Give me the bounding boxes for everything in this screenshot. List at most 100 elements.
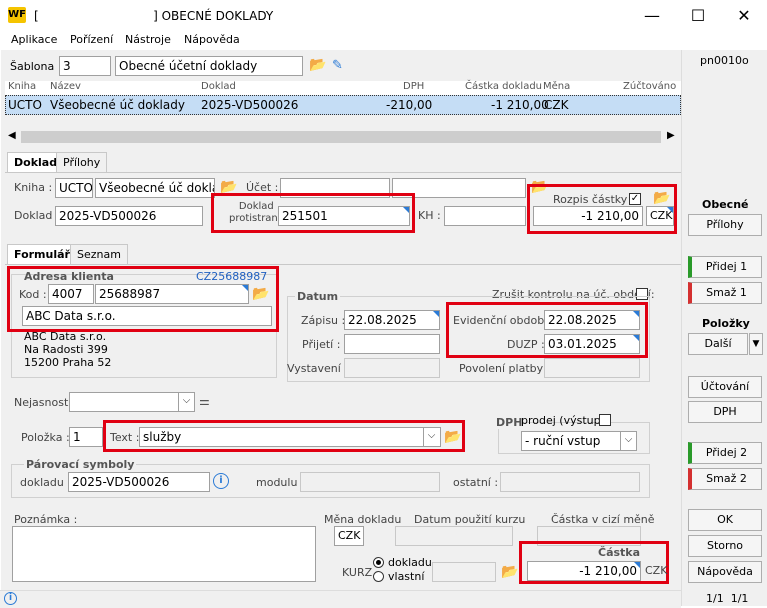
pridej2-button[interactable]: Přidej 2	[688, 442, 762, 464]
dph-button[interactable]: DPH	[688, 401, 762, 423]
col-castka[interactable]: Částka dokladu	[465, 81, 542, 92]
povoleni-field[interactable]	[544, 358, 640, 378]
cell-kniha: UCTO	[8, 98, 42, 112]
radio-vlastni[interactable]	[373, 571, 384, 582]
pencil-icon[interactable]: ✎	[332, 58, 343, 73]
chevron-down-icon: ⌵	[178, 393, 194, 411]
poznamka-textarea[interactable]	[12, 526, 316, 582]
folder-icon[interactable]: 📂	[252, 287, 270, 301]
table-row[interactable]: UCTO Všeobecné úč doklady 2025-VD500026 …	[5, 95, 681, 115]
datum-kurzu-label: Datum použití kurzu	[414, 513, 526, 526]
evid-label: Evidenční období :	[453, 314, 555, 327]
filter-icon[interactable]: ⚌	[199, 394, 210, 408]
col-zuctovano[interactable]: Zúčtováno	[623, 81, 676, 92]
info-icon[interactable]: i	[4, 592, 17, 605]
kniha-name-field[interactable]: Všeobecné úč doklad	[95, 178, 215, 198]
prilohy-button[interactable]: Přílohy	[688, 214, 762, 236]
kurz-label: KURZ	[342, 566, 373, 579]
polozka-label: Položka :	[21, 431, 70, 444]
maximize-button[interactable]: ☐	[675, 0, 721, 32]
prijeti-field[interactable]	[344, 334, 440, 354]
dokladu-field[interactable]: 2025-VD500026	[68, 472, 210, 492]
kod2-field[interactable]: 25688987	[95, 284, 249, 304]
folder-icon[interactable]: 📂	[309, 58, 327, 72]
ostatni-field[interactable]	[500, 472, 640, 492]
tab-seznam[interactable]: Seznam	[70, 244, 128, 264]
polozka-field[interactable]: 1	[69, 427, 103, 447]
vystaveni-field[interactable]	[344, 358, 440, 378]
dalsi-dropdown-icon[interactable]: ▼	[749, 333, 763, 355]
uctovani-button[interactable]: Účtování	[688, 376, 762, 398]
mena-dokladu-field[interactable]: CZK	[334, 526, 364, 546]
col-dph[interactable]: DPH	[403, 81, 424, 92]
folder-icon[interactable]: 📂	[501, 565, 519, 579]
sablona-name-field[interactable]: Obecné účetní doklady	[115, 56, 303, 76]
adresa-line-2: Na Radosti 399	[24, 343, 108, 356]
kod1-field[interactable]: 4007	[48, 284, 94, 304]
kniha-code-field[interactable]: UCTO	[55, 178, 93, 198]
cell-castka: -1 210,00	[491, 98, 549, 112]
folder-icon[interactable]: 📂	[653, 191, 671, 205]
chevron-down-icon[interactable]: ⌵	[620, 432, 636, 450]
kurz-field[interactable]	[432, 562, 496, 582]
close-button[interactable]: ✕	[721, 0, 767, 32]
napoveda-button[interactable]: Nápověda	[688, 561, 762, 583]
text-select[interactable]: služby	[139, 427, 441, 447]
info-icon[interactable]: i	[213, 473, 229, 489]
doklad-field[interactable]: 2025-VD500026	[55, 206, 203, 226]
sablona-label: Šablona :	[10, 60, 62, 73]
form-id: pn0010o	[700, 54, 749, 67]
modulu-label: modulu :	[256, 476, 305, 489]
tab-prilohy[interactable]: Přílohy	[56, 152, 108, 172]
menu-nastroje[interactable]: Nástroje	[125, 33, 171, 46]
menu-napoveda[interactable]: Nápověda	[184, 33, 240, 46]
window-title: [ ] OBECNÉ DOKLADY	[34, 9, 274, 23]
storno-button[interactable]: Storno	[688, 535, 762, 557]
castka-bottom-field[interactable]: -1 210,00	[527, 561, 641, 581]
evid-field[interactable]: 22.08.2025	[544, 310, 640, 330]
pridej1-button[interactable]: Přidej 1	[688, 256, 762, 278]
mena-field[interactable]: CZK	[646, 206, 674, 226]
castka-cizi-label: Částka v cizí měně	[551, 513, 655, 526]
app-logo: WF	[8, 7, 26, 23]
menu-aplikace[interactable]: Aplikace	[11, 33, 57, 46]
smaz1-button[interactable]: Smaž 1	[688, 282, 762, 304]
smaz2-button[interactable]: Smaž 2	[688, 468, 762, 490]
col-nazev[interactable]: Název	[50, 81, 81, 92]
sablona-code-field[interactable]: 3	[59, 56, 111, 76]
castka-field[interactable]: -1 210,00	[533, 206, 643, 226]
polozky-title: Položky	[702, 317, 750, 330]
cell-mena: CZK	[544, 98, 569, 112]
kh-field[interactable]	[444, 206, 526, 226]
horizontal-scrollbar[interactable]: ◀ ▶	[5, 130, 681, 144]
cell-dph: -210,00	[386, 98, 433, 112]
zapisu-label: Zápisu :	[301, 314, 346, 327]
menu-porizeni[interactable]: Pořízení	[70, 33, 113, 46]
status-bar	[0, 590, 681, 608]
vystaveni-label: Vystavení :	[287, 362, 349, 375]
col-mena[interactable]: Měna	[543, 81, 570, 92]
ok-button[interactable]: OK	[688, 509, 762, 531]
adresa-cz[interactable]: CZ25688987	[196, 270, 267, 283]
poznamka-label: Poznámka :	[14, 513, 78, 526]
prodej-checkbox[interactable]	[599, 414, 611, 426]
datum-kurzu-field[interactable]	[395, 526, 513, 546]
modulu-field[interactable]	[300, 472, 440, 492]
col-kniha[interactable]: Kniha	[8, 81, 36, 92]
minimize-button[interactable]: —	[629, 0, 675, 32]
duzp-field[interactable]: 03.01.2025	[544, 334, 640, 354]
zapisu-field[interactable]: 22.08.2025	[344, 310, 440, 330]
folder-icon[interactable]: 📂	[220, 180, 238, 194]
radio-dokladu[interactable]	[373, 557, 384, 568]
protistrany-field[interactable]: 251501	[278, 206, 410, 226]
nejasnost-select[interactable]: ⌵	[69, 392, 195, 412]
tab-formular[interactable]: Formulář	[7, 244, 77, 264]
col-doklad[interactable]: Doklad	[201, 81, 236, 92]
rozpis-checkbox[interactable]: ✓	[629, 193, 641, 205]
adresa-name-field[interactable]: ABC Data s.r.o.	[22, 306, 272, 326]
prijeti-label: Přijetí :	[302, 338, 341, 351]
dalsi-button[interactable]: Další	[688, 333, 748, 355]
folder-icon[interactable]: 📂	[444, 430, 462, 444]
chevron-down-icon[interactable]: ⌵	[423, 428, 439, 446]
adresa-line-1: ABC Data s.r.o.	[24, 330, 107, 343]
